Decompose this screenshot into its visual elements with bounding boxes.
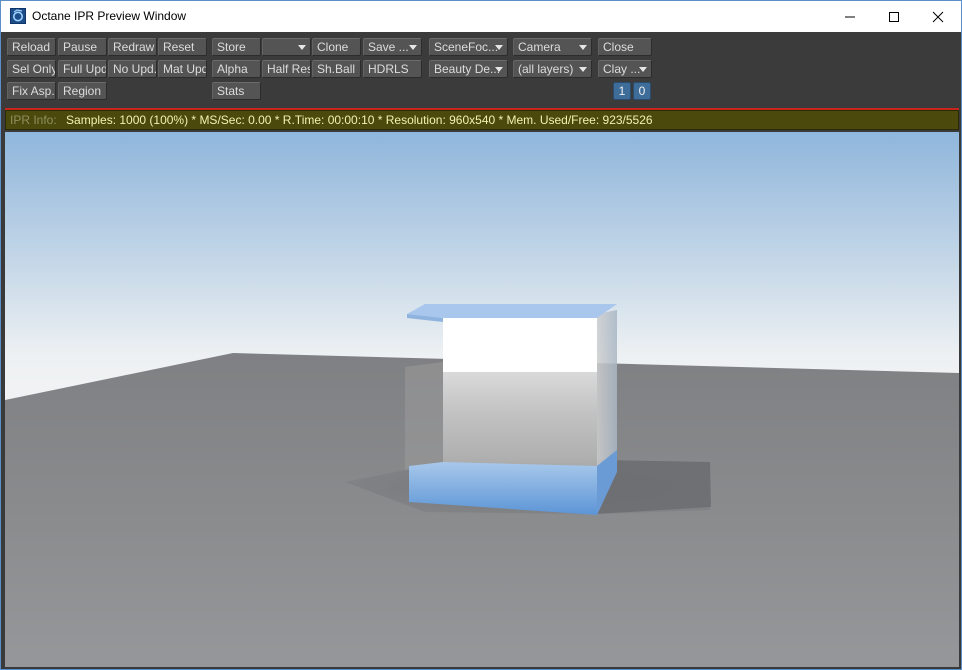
chevron-down-icon bbox=[639, 67, 647, 72]
save-dropdown-label: Save ... bbox=[368, 40, 409, 54]
camera-dropdown[interactable]: Camera bbox=[513, 38, 592, 56]
close-icon bbox=[932, 11, 944, 23]
region-button[interactable]: Region bbox=[58, 82, 107, 100]
clone-button[interactable]: Clone bbox=[312, 38, 361, 56]
ipr-info-label: IPR Info: bbox=[10, 113, 57, 127]
reload-button[interactable]: Reload bbox=[7, 38, 56, 56]
close-window-button[interactable] bbox=[915, 1, 961, 32]
stats-button[interactable]: Stats bbox=[212, 82, 261, 100]
no-upd-button[interactable]: No Upd. bbox=[108, 60, 157, 78]
chevron-down-icon bbox=[495, 67, 503, 72]
render-viewport[interactable] bbox=[5, 132, 959, 667]
window-title: Octane IPR Preview Window bbox=[32, 9, 187, 23]
minimize-icon bbox=[845, 16, 855, 18]
ipr-info-bar: IPR Info: Samples: 1000 (100%) * MS/Sec:… bbox=[5, 110, 959, 130]
layers-label: (all layers) bbox=[518, 62, 574, 76]
ipr-info-text: Samples: 1000 (100%) * MS/Sec: 0.00 * R.… bbox=[66, 113, 653, 127]
rendered-scene bbox=[5, 132, 959, 667]
counter-0-button[interactable]: 0 bbox=[633, 82, 651, 100]
full-upd-button[interactable]: Full Upd. bbox=[58, 60, 107, 78]
layers-dropdown[interactable]: (all layers) bbox=[513, 60, 592, 78]
octane-app-icon bbox=[10, 8, 26, 24]
store-button[interactable]: Store bbox=[212, 38, 261, 56]
ipr-toolbar: Reload Pause Redraw Reset Store Clone Sa… bbox=[1, 32, 961, 107]
scene-focus-label: SceneFoc... bbox=[434, 40, 499, 54]
render-pass-dropdown[interactable]: Beauty De... bbox=[429, 60, 508, 78]
clay-mode-label: Clay ... bbox=[603, 62, 641, 76]
ipr-window: Octane IPR Preview Window Reload Pause R… bbox=[0, 0, 962, 670]
scene-focus-dropdown[interactable]: SceneFoc... bbox=[429, 38, 508, 56]
chevron-down-icon bbox=[579, 45, 587, 50]
save-dropdown[interactable]: Save ... bbox=[363, 38, 422, 56]
sel-only-button[interactable]: Sel Only bbox=[7, 60, 56, 78]
chevron-down-icon bbox=[298, 45, 306, 50]
store-slot-dropdown[interactable] bbox=[262, 38, 311, 56]
chevron-down-icon bbox=[495, 45, 503, 50]
minimize-button[interactable] bbox=[827, 1, 873, 32]
maximize-button[interactable] bbox=[871, 1, 917, 32]
fix-aspect-button[interactable]: Fix Asp. bbox=[7, 82, 56, 100]
close-button[interactable]: Close bbox=[598, 38, 652, 56]
redraw-button[interactable]: Redraw bbox=[108, 38, 157, 56]
render-pass-label: Beauty De... bbox=[434, 62, 501, 76]
reset-button[interactable]: Reset bbox=[158, 38, 207, 56]
camera-label: Camera bbox=[518, 40, 561, 54]
counter-1-button[interactable]: 1 bbox=[613, 82, 631, 100]
chevron-down-icon bbox=[579, 67, 587, 72]
alpha-button[interactable]: Alpha bbox=[212, 60, 261, 78]
clay-mode-dropdown[interactable]: Clay ... bbox=[598, 60, 652, 78]
sh-ball-button[interactable]: Sh.Ball bbox=[312, 60, 361, 78]
title-bar[interactable]: Octane IPR Preview Window bbox=[1, 1, 961, 32]
maximize-icon bbox=[889, 12, 899, 22]
mat-upd-button[interactable]: Mat Upd bbox=[158, 60, 207, 78]
chevron-down-icon bbox=[409, 45, 417, 50]
pause-button[interactable]: Pause bbox=[58, 38, 107, 56]
half-res-button[interactable]: Half Res bbox=[262, 60, 311, 78]
hdrls-button[interactable]: HDRLS bbox=[363, 60, 422, 78]
